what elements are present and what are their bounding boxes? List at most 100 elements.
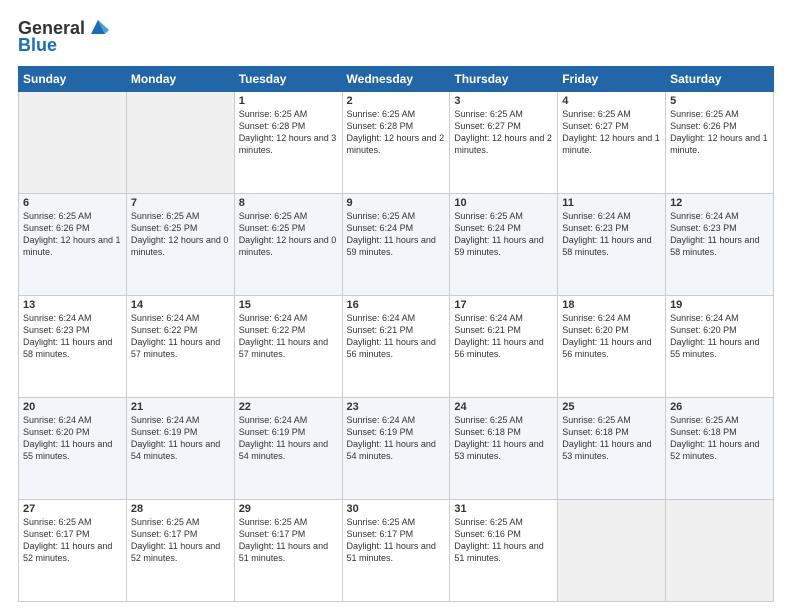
weekday-header-friday: Friday: [558, 67, 666, 92]
day-cell-9: 9Sunrise: 6:25 AM Sunset: 6:24 PM Daylig…: [342, 194, 450, 296]
weekday-header-saturday: Saturday: [666, 67, 774, 92]
calendar-table: SundayMondayTuesdayWednesdayThursdayFrid…: [18, 66, 774, 602]
logo: General Blue: [18, 18, 109, 56]
day-cell-26: 26Sunrise: 6:25 AM Sunset: 6:18 PM Dayli…: [666, 398, 774, 500]
day-info: Sunrise: 6:24 AM Sunset: 6:23 PM Dayligh…: [670, 210, 769, 259]
week-row-2: 6Sunrise: 6:25 AM Sunset: 6:26 PM Daylig…: [19, 194, 774, 296]
day-info: Sunrise: 6:24 AM Sunset: 6:19 PM Dayligh…: [131, 414, 230, 463]
week-row-5: 27Sunrise: 6:25 AM Sunset: 6:17 PM Dayli…: [19, 500, 774, 602]
day-number: 2: [347, 95, 446, 107]
weekday-header-wednesday: Wednesday: [342, 67, 450, 92]
day-info: Sunrise: 6:25 AM Sunset: 6:17 PM Dayligh…: [239, 516, 338, 565]
day-cell-14: 14Sunrise: 6:24 AM Sunset: 6:22 PM Dayli…: [126, 296, 234, 398]
day-number: 20: [23, 401, 122, 413]
day-cell-29: 29Sunrise: 6:25 AM Sunset: 6:17 PM Dayli…: [234, 500, 342, 602]
day-info: Sunrise: 6:25 AM Sunset: 6:17 PM Dayligh…: [131, 516, 230, 565]
day-info: Sunrise: 6:24 AM Sunset: 6:21 PM Dayligh…: [454, 312, 553, 361]
weekday-header-row: SundayMondayTuesdayWednesdayThursdayFrid…: [19, 67, 774, 92]
day-cell-21: 21Sunrise: 6:24 AM Sunset: 6:19 PM Dayli…: [126, 398, 234, 500]
day-number: 7: [131, 197, 230, 209]
day-number: 26: [670, 401, 769, 413]
day-cell-24: 24Sunrise: 6:25 AM Sunset: 6:18 PM Dayli…: [450, 398, 558, 500]
day-info: Sunrise: 6:25 AM Sunset: 6:27 PM Dayligh…: [562, 108, 661, 157]
empty-cell: [19, 92, 127, 194]
day-info: Sunrise: 6:24 AM Sunset: 6:20 PM Dayligh…: [562, 312, 661, 361]
day-number: 8: [239, 197, 338, 209]
day-number: 27: [23, 503, 122, 515]
day-cell-1: 1Sunrise: 6:25 AM Sunset: 6:28 PM Daylig…: [234, 92, 342, 194]
header: General Blue: [18, 18, 774, 56]
day-info: Sunrise: 6:25 AM Sunset: 6:26 PM Dayligh…: [670, 108, 769, 157]
day-number: 3: [454, 95, 553, 107]
day-number: 15: [239, 299, 338, 311]
day-cell-25: 25Sunrise: 6:25 AM Sunset: 6:18 PM Dayli…: [558, 398, 666, 500]
day-cell-30: 30Sunrise: 6:25 AM Sunset: 6:17 PM Dayli…: [342, 500, 450, 602]
day-number: 18: [562, 299, 661, 311]
weekday-header-thursday: Thursday: [450, 67, 558, 92]
day-info: Sunrise: 6:25 AM Sunset: 6:25 PM Dayligh…: [239, 210, 338, 259]
day-info: Sunrise: 6:25 AM Sunset: 6:17 PM Dayligh…: [347, 516, 446, 565]
day-cell-18: 18Sunrise: 6:24 AM Sunset: 6:20 PM Dayli…: [558, 296, 666, 398]
day-number: 16: [347, 299, 446, 311]
day-cell-19: 19Sunrise: 6:24 AM Sunset: 6:20 PM Dayli…: [666, 296, 774, 398]
week-row-4: 20Sunrise: 6:24 AM Sunset: 6:20 PM Dayli…: [19, 398, 774, 500]
day-number: 5: [670, 95, 769, 107]
day-cell-27: 27Sunrise: 6:25 AM Sunset: 6:17 PM Dayli…: [19, 500, 127, 602]
day-number: 29: [239, 503, 338, 515]
day-cell-16: 16Sunrise: 6:24 AM Sunset: 6:21 PM Dayli…: [342, 296, 450, 398]
day-number: 14: [131, 299, 230, 311]
calendar-page: General Blue SundayMondayTuesdayWednesda…: [0, 0, 792, 612]
day-cell-23: 23Sunrise: 6:24 AM Sunset: 6:19 PM Dayli…: [342, 398, 450, 500]
day-number: 17: [454, 299, 553, 311]
weekday-header-monday: Monday: [126, 67, 234, 92]
day-info: Sunrise: 6:25 AM Sunset: 6:17 PM Dayligh…: [23, 516, 122, 565]
day-cell-8: 8Sunrise: 6:25 AM Sunset: 6:25 PM Daylig…: [234, 194, 342, 296]
day-cell-13: 13Sunrise: 6:24 AM Sunset: 6:23 PM Dayli…: [19, 296, 127, 398]
day-info: Sunrise: 6:25 AM Sunset: 6:18 PM Dayligh…: [562, 414, 661, 463]
day-info: Sunrise: 6:25 AM Sunset: 6:18 PM Dayligh…: [454, 414, 553, 463]
week-row-3: 13Sunrise: 6:24 AM Sunset: 6:23 PM Dayli…: [19, 296, 774, 398]
day-cell-22: 22Sunrise: 6:24 AM Sunset: 6:19 PM Dayli…: [234, 398, 342, 500]
weekday-header-sunday: Sunday: [19, 67, 127, 92]
day-info: Sunrise: 6:24 AM Sunset: 6:19 PM Dayligh…: [347, 414, 446, 463]
weekday-header-tuesday: Tuesday: [234, 67, 342, 92]
day-info: Sunrise: 6:25 AM Sunset: 6:24 PM Dayligh…: [454, 210, 553, 259]
day-info: Sunrise: 6:25 AM Sunset: 6:26 PM Dayligh…: [23, 210, 122, 259]
day-number: 23: [347, 401, 446, 413]
day-cell-11: 11Sunrise: 6:24 AM Sunset: 6:23 PM Dayli…: [558, 194, 666, 296]
day-number: 30: [347, 503, 446, 515]
day-number: 9: [347, 197, 446, 209]
day-info: Sunrise: 6:24 AM Sunset: 6:19 PM Dayligh…: [239, 414, 338, 463]
day-info: Sunrise: 6:24 AM Sunset: 6:20 PM Dayligh…: [23, 414, 122, 463]
day-info: Sunrise: 6:25 AM Sunset: 6:25 PM Dayligh…: [131, 210, 230, 259]
day-number: 13: [23, 299, 122, 311]
day-number: 21: [131, 401, 230, 413]
logo-icon: [87, 16, 109, 38]
day-cell-3: 3Sunrise: 6:25 AM Sunset: 6:27 PM Daylig…: [450, 92, 558, 194]
day-cell-2: 2Sunrise: 6:25 AM Sunset: 6:28 PM Daylig…: [342, 92, 450, 194]
day-number: 6: [23, 197, 122, 209]
day-info: Sunrise: 6:25 AM Sunset: 6:27 PM Dayligh…: [454, 108, 553, 157]
day-cell-31: 31Sunrise: 6:25 AM Sunset: 6:16 PM Dayli…: [450, 500, 558, 602]
day-info: Sunrise: 6:25 AM Sunset: 6:16 PM Dayligh…: [454, 516, 553, 565]
day-number: 24: [454, 401, 553, 413]
day-cell-4: 4Sunrise: 6:25 AM Sunset: 6:27 PM Daylig…: [558, 92, 666, 194]
day-info: Sunrise: 6:25 AM Sunset: 6:24 PM Dayligh…: [347, 210, 446, 259]
day-number: 25: [562, 401, 661, 413]
empty-cell: [126, 92, 234, 194]
day-number: 10: [454, 197, 553, 209]
day-info: Sunrise: 6:25 AM Sunset: 6:18 PM Dayligh…: [670, 414, 769, 463]
day-cell-15: 15Sunrise: 6:24 AM Sunset: 6:22 PM Dayli…: [234, 296, 342, 398]
day-info: Sunrise: 6:24 AM Sunset: 6:23 PM Dayligh…: [23, 312, 122, 361]
day-number: 22: [239, 401, 338, 413]
day-number: 11: [562, 197, 661, 209]
week-row-1: 1Sunrise: 6:25 AM Sunset: 6:28 PM Daylig…: [19, 92, 774, 194]
day-info: Sunrise: 6:24 AM Sunset: 6:23 PM Dayligh…: [562, 210, 661, 259]
day-info: Sunrise: 6:24 AM Sunset: 6:21 PM Dayligh…: [347, 312, 446, 361]
day-info: Sunrise: 6:25 AM Sunset: 6:28 PM Dayligh…: [347, 108, 446, 157]
day-cell-5: 5Sunrise: 6:25 AM Sunset: 6:26 PM Daylig…: [666, 92, 774, 194]
day-info: Sunrise: 6:24 AM Sunset: 6:20 PM Dayligh…: [670, 312, 769, 361]
day-number: 28: [131, 503, 230, 515]
day-number: 19: [670, 299, 769, 311]
day-cell-17: 17Sunrise: 6:24 AM Sunset: 6:21 PM Dayli…: [450, 296, 558, 398]
